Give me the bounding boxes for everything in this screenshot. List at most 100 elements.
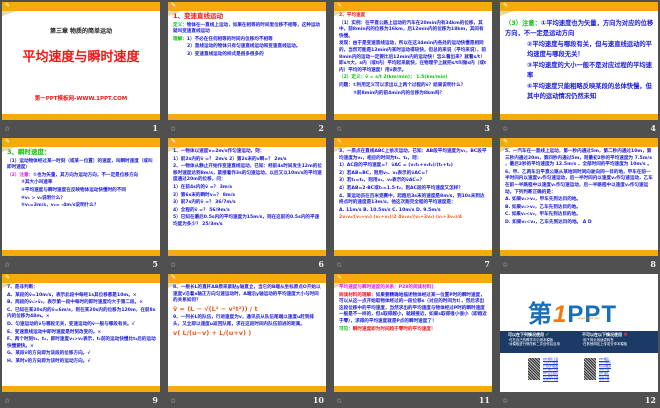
slide-thumbnail-cell: 第1PPT www.1ppt.com 可以在下列情况使用 ✔ ·可在自己的教学中引用本… xyxy=(500,274,658,408)
transition-icon[interactable]: ☆ xyxy=(502,397,508,405)
pencil-icon: ✎ xyxy=(171,138,177,145)
slide-paragraph: 2）第6s末的瞬时v=？ 8m/s xyxy=(173,193,322,200)
slide-paragraph: 2）若AB=BC，则用v₁、v₂表示的v̄AC=？ xyxy=(339,171,488,178)
slide-number: 11 xyxy=(478,395,490,405)
slide-number: 1 xyxy=(152,123,158,133)
slide-content: 8、一根长L的直杆AB原来紧贴y轴直立，当它的B端从坐标原点O开始以速度v沿着x… xyxy=(173,284,322,385)
slide-thumbnail[interactable]: ✎ 2、平均速度 （1）实例：在平直公路上运动的汽车在20min内有34km的位移，… xyxy=(334,2,492,120)
slide-content: 3、瞬时速度： （1）运动物体经过某一时刻（或某一位置）的速度，叫瞬时速度（或叫即… xyxy=(7,148,156,249)
slide-text-line: 1）前2s内的v̄ =？ 2m/s 2）第2s末的v瞬=？ 2m/s xyxy=(173,156,287,162)
resource-link[interactable]: 试卷下载 xyxy=(599,378,625,381)
slide-paragraph: 4）若AB=2·BC或t₁=1.5·t₂，则AC段的平均速度又怎样？ xyxy=(339,186,488,193)
slide-thumbnail[interactable]: ✎ 5、一汽车在一直线上运动，第一秒内通过5m，第二秒内通过10m，第三秒内通过2… xyxy=(500,138,658,256)
transition-icon[interactable]: ☆ xyxy=(502,261,508,269)
slide-text-line: F、两个时刻t₁、t₂，即时速度v₁>v₂表示，t₁前的运动快慢比t₂后的运动快… xyxy=(7,337,156,349)
slide-paragraph: G、某段v̄的方向即为该段的位移方向。√ xyxy=(7,351,156,358)
slide-footer: ☆ 11 xyxy=(334,395,492,407)
site-link[interactable]: 第一PPT模板网-WWW.1PPT.COM xyxy=(2,94,160,102)
slide-text-line: v̄ = (L − √(L² − v²t²)) / t xyxy=(173,304,258,313)
slide-paragraph: 3）前7s内的v̄ =？ 36/7m/s xyxy=(173,200,322,207)
slide-top-bar: ✎ xyxy=(334,2,492,16)
slide-paragraph: D、匀速运动的v̄与哪段无关，变速运动的v̄一般与哪段有关。√ xyxy=(7,322,156,329)
slide-paragraph: 3、瞬时速度： xyxy=(7,149,156,158)
slide-thumbnail[interactable]: ✎ （3）注意：①平均速度也为矢量，方向为对应的位移方向，不一定是运动方向 ②平均速… xyxy=(500,2,658,120)
cross-icon: ✖ xyxy=(623,332,628,338)
slide-text-line: 1）AC段的平均速度=？ v̄AC = (v₁t₁+v₂t₂)/(t₁+t₂) xyxy=(339,163,453,169)
slide-text-line: B、两段的v̄₁>v̄₂，表示第一段中每时的即时速度均大于第二段。× xyxy=(7,300,144,306)
slide-text-line: v( L/(u−v) + L/(u+v) ) xyxy=(173,328,252,337)
transition-icon[interactable]: ☆ xyxy=(336,261,342,269)
slide-thumbnail[interactable]: ✎ 平均速度与瞬时速度的关系：P28的阅读材料] 阅读材料的理解：如果要精确地描述物… xyxy=(334,274,492,392)
slide-text-line: 3）前7s内的v̄ =？ 36/7m/s xyxy=(173,200,236,206)
slide-top-bar: ✎ xyxy=(2,138,160,152)
slide-text-line: 阅读材料的理解： xyxy=(339,292,376,298)
slide-paragraph: 1）AC段的平均速度=？ v̄AC = (v₁t₁+v₂t₂)/(t₁+t₂) xyxy=(339,163,488,170)
transition-icon[interactable]: ☆ xyxy=(170,261,176,269)
slide-thumbnail[interactable]: 第1PPT www.1ppt.com 可以在下列情况使用 ✔ ·可在自己的教学中引用本… xyxy=(500,274,658,392)
slide-text-line: ②平均速度与哪段有关，但与速直线运动的平均速度与哪段无关！ xyxy=(527,41,652,58)
slide-number: 2 xyxy=(318,123,324,133)
slide-footer: ☆ 2 xyxy=(168,123,326,135)
transition-icon[interactable]: ☆ xyxy=(170,125,176,133)
transition-icon[interactable]: ☆ xyxy=(4,125,10,133)
slide-bottom-bar xyxy=(500,114,658,120)
transition-icon[interactable]: ☆ xyxy=(4,261,10,269)
slide-paragraph: 2）直线运动的物体只有匀速直线运动和变速直线运动。 xyxy=(173,44,322,51)
slide-paragraph: 平均速度与瞬时速度的关系：P28的阅读材料] xyxy=(339,285,488,292)
slide-thumbnail-cell: ✎ 平均速度与瞬时速度的关系：P28的阅读材料] 阅读材料的理解：如果要精确地描述物… xyxy=(334,274,492,408)
slide-bottom-bar xyxy=(2,114,160,120)
slide-bottom-bar xyxy=(2,386,160,392)
slide-text-line: D. 如果v₁<v₂，乙车先到达目的地。 A D xyxy=(505,219,592,225)
slide-thumbnail[interactable]: ✎ 第三章 物质的简单运动 平均速度与瞬时速度 第一PPT模板网-WWW.1PPT.C… xyxy=(2,2,160,120)
slide-top-bar: ✎ xyxy=(168,274,326,288)
pencil-icon: ✎ xyxy=(171,2,177,9)
slide-paragraph: ④平均速度只能粗略反映某段的总体快慢，但其中的运动情况仍然未知 xyxy=(505,82,654,102)
slide-text-line: 2、平均速度 xyxy=(339,13,366,18)
slide-thumbnail[interactable]: ✎ 8、一根长L的直杆AB原来紧贴y轴直立，当它的B端从坐标原点O开始以速度v沿着… xyxy=(168,274,326,392)
slide-paragraph: （2）注意：①也为矢量，其方向为运动方向，不一定是位移方向 xyxy=(7,173,156,180)
cannot-use-column: 不可以在以下情况使用 ✖ ·用于商业用途或转售 ·在其他网站上传或分享本模板 xyxy=(582,332,652,347)
slide-paragraph: A、某段的v̄=10m/s，表示此段中每经1s其位移都是10m。× xyxy=(7,293,156,300)
slide-thumbnail-cell: ✎ （3）注意：①平均速度也为矢量，方向为对应的位移方向，不一定是运动方向 ②平均速… xyxy=(500,2,658,136)
slide-thumbnail-cell: ✎ 3、一质点在直线ABC上依次运动，已知：AB段平均速度为v₁，BC段平均速度为… xyxy=(334,138,492,272)
pencil-icon: ✎ xyxy=(5,138,11,145)
slide-number: 9 xyxy=(152,395,158,405)
logo-url: www.1ppt.com xyxy=(578,316,601,320)
resource-link[interactable]: 优秀PPT下载 xyxy=(543,378,569,381)
transition-icon[interactable]: ☆ xyxy=(336,125,342,133)
logo-main: 第 xyxy=(528,301,553,328)
slide-text-line: ⑤v₁=3m/s，v₂= -4m/s说明什么？ xyxy=(21,203,99,209)
slide-thumbnail[interactable]: ✎ 3、一质点在直线ABC上依次运动，已知：AB段平均速度为v₁，BC段平均速度为… xyxy=(334,138,492,256)
pencil-icon: ✎ xyxy=(5,274,11,281)
slide-thumbnail[interactable]: ✎ 1、变速直线运动 定义：物体在一直线上运动，如果在相等的时间里位移不相等，这种运… xyxy=(168,2,326,120)
slide-text-line: 7、是非判断： xyxy=(7,285,38,290)
can-use-column: 可以在下列情况使用 ✔ ·可在自己的教学中引用本模板 ·对模板进行修改和二次创作后自… xyxy=(508,332,578,347)
usage-band: 可以在下列情况使用 ✔ ·可在自己的教学中引用本模板 ·对模板进行修改和二次创作后自… xyxy=(500,331,658,353)
slide-text-line: （2）定义：v̄ = s/t 2(km/min)； 1.5(km/min) xyxy=(339,75,448,81)
slide-text-line: 4、某运动员在百米竞赛中，起跑后3s末的速度是8m/s，到10s末到达终点时的速… xyxy=(339,193,485,206)
transition-icon[interactable]: ☆ xyxy=(502,125,508,133)
transition-icon[interactable]: ☆ xyxy=(336,397,342,405)
slide-paragraph: 可见：瞬时速度即为时间趋于零时的平均速度！ xyxy=(339,327,488,334)
slide-bottom-bar xyxy=(168,250,326,256)
slide-paragraph: v̄ = (L − √(L² − v²t²)) / t xyxy=(173,304,322,315)
slide-thumbnail[interactable]: ✎ 7、是非判断： A、某段的v̄=10m/s，表示此段中每经1s其位移都是10m。… xyxy=(2,274,160,392)
slide-text-line: 3、一质点在直线ABC上依次运动，已知：AB段平均速度为v₁，BC段平均速度为v… xyxy=(339,149,487,161)
slide-text-line: ①也为矢量，其方向为运动方向，不一定是位移方向 xyxy=(33,172,139,178)
transition-icon[interactable]: ☆ xyxy=(170,397,176,405)
slide-text-line: 5、一汽车在一直线上运动，第一秒内通过5m，第二秒内通过10m，第三秒内通过20… xyxy=(505,149,652,168)
slide-thumbnail[interactable]: ✎ 1、一物体以速度v=2m/s作匀速运动，则： 1）前2s内的v̄ =？ 2m/s… xyxy=(168,138,326,256)
slide-footer: ☆ 1 xyxy=(2,123,160,135)
slide-paragraph: 定义：物体在一直线上运动，如果在相等的时间里位移不相等，这种运动就叫变速直线运动 xyxy=(173,23,322,36)
slide-text-line: 3）变速直线运动的样式是很多很多的 xyxy=(187,51,264,57)
slide-text-line: ③平均速度的大小一般不是对应过程的平均速率 xyxy=(527,62,652,79)
slide-text-line: 3）若t₁=t₂，则用v₁、v₂表示的v̄AC=？ xyxy=(339,178,425,184)
slide-thumbnail-cell: ✎ 5、一汽车在一直线上运动，第一秒内通过5m，第二秒内通过10m，第三秒内通过2… xyxy=(500,138,658,272)
transition-icon[interactable]: ☆ xyxy=(4,397,10,405)
slide-top-bar: ✎ xyxy=(500,2,658,16)
slide-number: 5 xyxy=(152,259,158,269)
slide-text-line: ④v₁ > v₂说明什么？ xyxy=(21,195,65,201)
slide-thumbnail[interactable]: ✎ 3、瞬时速度： （1）运动物体经过某一时刻（或某一位置）的速度，叫瞬时速度（或叫… xyxy=(2,138,160,256)
slide-paragraph: 3）变速直线运动的样式是很多很多的 xyxy=(173,52,322,59)
slide-text-line: 3、瞬时速度： xyxy=(7,148,51,156)
